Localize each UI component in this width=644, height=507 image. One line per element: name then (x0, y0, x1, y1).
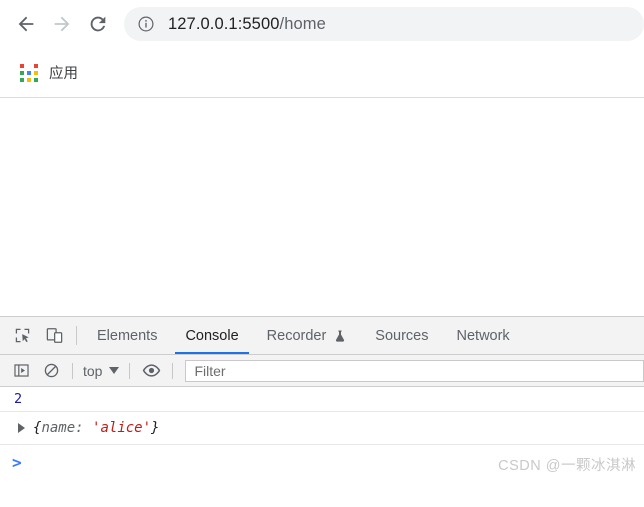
url-path: /home (279, 14, 326, 33)
tab-console[interactable]: Console (171, 317, 252, 354)
object-string-value: 'alice' (92, 420, 152, 436)
clear-console-icon (44, 363, 58, 378)
bookmark-item-label: 应用 (49, 66, 78, 82)
toolbar-divider-1 (72, 362, 73, 379)
toolbar-divider-3 (172, 362, 174, 379)
console-filter-input[interactable]: Filter (185, 359, 644, 382)
page-viewport (0, 98, 644, 316)
console-toolbar: top Filter (0, 355, 644, 387)
console-prompt-chevron-icon: > (12, 453, 22, 472)
device-toolbar-button[interactable] (38, 317, 70, 354)
chrome-bottom-divider (0, 97, 644, 98)
flask-icon (336, 330, 345, 342)
bookmark-item-apps[interactable]: 应用 (14, 59, 84, 87)
tabbar-divider (76, 326, 77, 345)
disclosure-triangle-icon[interactable] (18, 423, 25, 433)
arrow-right-icon (54, 16, 70, 32)
object-key: name: (41, 420, 84, 436)
console-output: 2 {name: 'alice'} > CSDN @一颗冰淇淋 (0, 387, 644, 507)
reload-button[interactable] (80, 6, 116, 42)
console-sidebar-button[interactable] (6, 357, 36, 385)
tab-network-label: Network (456, 327, 510, 344)
console-filter-placeholder: Filter (194, 362, 226, 379)
console-message-number[interactable]: 2 (0, 387, 644, 412)
clear-console-button[interactable] (36, 357, 66, 385)
execution-context-label: top (83, 362, 103, 379)
watermark-text: CSDN @一颗冰淇淋 (498, 458, 636, 474)
browser-chrome: 127.0.0.1:5500/home 应用 (0, 0, 644, 98)
back-button[interactable] (8, 6, 44, 42)
forward-button[interactable] (44, 6, 80, 42)
console-message-object[interactable]: {name: 'alice'} (0, 412, 644, 445)
devtools-tab-bar: Elements Console Recorder Sources Networ… (0, 317, 644, 355)
execution-context-selector[interactable]: top (79, 363, 123, 379)
address-bar-url: 127.0.0.1:5500/home (168, 15, 326, 34)
toolbar-divider-2 (129, 362, 131, 379)
inspect-element-icon (15, 328, 29, 343)
tab-console-label: Console (185, 327, 239, 344)
tab-recorder[interactable]: Recorder (253, 317, 362, 354)
tab-recorder-label: Recorder (266, 327, 327, 344)
execute-sidebar-icon (13, 364, 29, 377)
address-bar[interactable]: 127.0.0.1:5500/home (124, 7, 644, 41)
tab-sources-label: Sources (375, 327, 429, 344)
console-prompt-row[interactable]: > CSDN @一颗冰淇淋 (0, 445, 644, 481)
tab-elements-label: Elements (97, 327, 158, 344)
info-circle-icon[interactable] (136, 14, 156, 34)
inspect-element-button[interactable] (6, 317, 38, 354)
arrow-left-icon (18, 16, 34, 32)
object-close-brace: } (151, 420, 160, 436)
apps-grid-icon (20, 63, 38, 82)
live-expression-eye-icon (142, 364, 161, 377)
tab-sources[interactable]: Sources (361, 317, 442, 354)
tab-elements[interactable]: Elements (83, 317, 171, 354)
device-toolbar-icon (46, 328, 62, 343)
bookmarks-bar: 应用 (0, 48, 644, 97)
devtools-panel: Elements Console Recorder Sources Networ… (0, 316, 644, 507)
chevron-down-icon (109, 367, 120, 374)
tab-network[interactable]: Network (443, 317, 524, 354)
live-expression-button[interactable] (136, 357, 166, 385)
reload-icon (90, 16, 106, 32)
console-object-literal: {name: 'alice'} (33, 420, 159, 436)
url-host: 127.0.0.1:5500 (168, 14, 280, 33)
browser-navigation-bar: 127.0.0.1:5500/home (0, 0, 644, 48)
console-message-number-value: 2 (14, 391, 23, 407)
